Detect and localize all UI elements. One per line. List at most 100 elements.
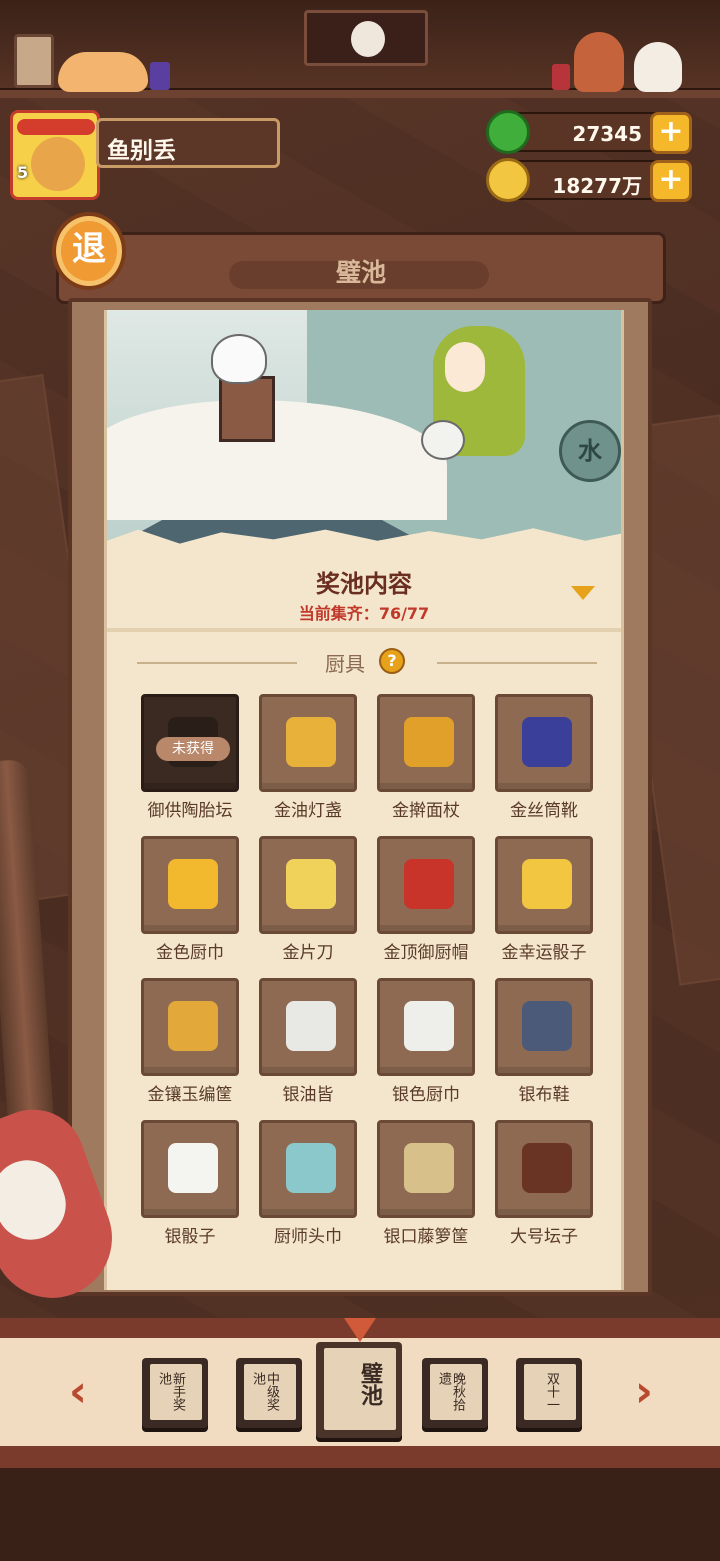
tab-pool-3[interactable]: 晚秋拾遗 xyxy=(422,1358,488,1428)
pool-progress: 当前集齐：76/77 xyxy=(107,600,621,624)
tab-paper: 晚秋拾遗 xyxy=(430,1364,482,1420)
item-frame xyxy=(141,1120,239,1218)
item-slot[interactable]: 金顶御厨帽 xyxy=(377,836,475,963)
tab-paper: 璧池 xyxy=(324,1348,396,1430)
progress-label: 当前集齐： xyxy=(298,604,379,623)
item-slot[interactable]: 银骰子 xyxy=(141,1120,239,1247)
jade-value: 27345 xyxy=(572,122,642,146)
item-name: 银口藤箩筐 xyxy=(383,1227,469,1247)
item-slot[interactable]: 金擀面杖 xyxy=(377,694,475,821)
pool-title: 奖池内容 xyxy=(316,570,412,598)
item-slot[interactable]: 未获得 御供陶胎坛 xyxy=(141,694,239,821)
sleeping-cat-decoration xyxy=(58,52,148,92)
avatar[interactable]: 5 xyxy=(10,110,100,200)
item-icon xyxy=(404,717,454,767)
character-face-icon xyxy=(351,21,385,57)
item-name: 金色厨巾 xyxy=(156,943,224,963)
coin-currency: 18277万 + xyxy=(486,158,692,202)
item-icon xyxy=(522,859,572,909)
not-obtained-tag: 未获得 xyxy=(156,737,230,761)
tab-paper: 双十一 xyxy=(524,1364,576,1420)
tab-pool-0[interactable]: 新手奖池 xyxy=(142,1358,208,1428)
item-name: 厨师头巾 xyxy=(274,1227,342,1247)
item-name: 银色厨巾 xyxy=(392,1085,460,1105)
item-name: 御供陶胎坛 xyxy=(147,801,233,821)
art-girl-face xyxy=(445,342,485,392)
hanging-frame-decoration xyxy=(14,34,54,88)
tab-pool-2[interactable]: 璧池 xyxy=(316,1342,402,1438)
coin-value: 18277万 xyxy=(552,174,642,198)
add-coin-button[interactable]: + xyxy=(650,160,692,202)
dog-avatar-icon xyxy=(31,137,85,191)
item-icon xyxy=(404,1143,454,1193)
white-cat-decoration xyxy=(634,42,682,92)
item-name: 银布鞋 xyxy=(518,1085,570,1105)
next-arrow-button[interactable]: › xyxy=(624,1366,664,1418)
item-slot[interactable]: 金镶玉编筐 xyxy=(141,978,239,1105)
item-name: 银骰子 xyxy=(164,1227,216,1247)
player-name: 鱼别丢 xyxy=(96,118,280,168)
top-banner xyxy=(304,10,428,66)
item-slot[interactable]: 金油灯盏 xyxy=(259,694,357,821)
item-name: 金擀面杖 xyxy=(392,801,460,821)
item-name: 银油皆 xyxy=(282,1085,334,1105)
item-name: 金顶御厨帽 xyxy=(383,943,469,963)
coin-icon xyxy=(486,158,530,202)
jar-decoration xyxy=(150,62,170,90)
help-icon[interactable]: ? xyxy=(379,648,405,674)
art-cat xyxy=(211,334,267,384)
tab-paper: 中级奖池 xyxy=(244,1364,296,1420)
item-name: 大号坛子 xyxy=(510,1227,578,1247)
item-icon xyxy=(404,859,454,909)
item-frame xyxy=(377,836,475,934)
item-frame xyxy=(377,978,475,1076)
item-icon xyxy=(286,859,336,909)
tab-label: 璧池 xyxy=(357,1362,382,1406)
item-slot[interactable]: 银口藤箩筐 xyxy=(377,1120,475,1247)
item-name: 金镶玉编筐 xyxy=(147,1085,233,1105)
pool-panel-inner[interactable]: 水 奖池内容 当前集齐：76/77 厨具 ? 未获得 御供陶胎坛 金油灯盏 金擀面杖金… xyxy=(104,310,624,1290)
item-name: 金幸运骰子 xyxy=(501,943,587,963)
chef-girl-decoration xyxy=(574,32,624,92)
page-title: 璧池 xyxy=(335,258,386,287)
avatar-banner xyxy=(17,119,95,135)
item-name: 金油灯盏 xyxy=(274,801,342,821)
item-frame xyxy=(259,1120,357,1218)
category-name: 厨具 xyxy=(325,652,365,676)
tab-pool-1[interactable]: 中级奖池 xyxy=(236,1358,302,1428)
art-chimney xyxy=(219,376,275,442)
item-slot[interactable]: 银色厨巾 xyxy=(377,978,475,1105)
prev-arrow-button[interactable]: ‹ xyxy=(58,1366,98,1418)
item-frame xyxy=(495,978,593,1076)
item-icon xyxy=(522,1143,572,1193)
item-slot[interactable]: 金丝筒靴 xyxy=(495,694,593,821)
scroll-header: 璧池 xyxy=(56,232,666,304)
jade-icon xyxy=(486,110,530,154)
item-slot[interactable]: 大号坛子 xyxy=(495,1120,593,1247)
item-frame xyxy=(495,1120,593,1218)
item-frame xyxy=(377,694,475,792)
item-icon xyxy=(522,1001,572,1051)
item-slot[interactable]: 厨师头巾 xyxy=(259,1120,357,1247)
item-slot[interactable]: 金片刀 xyxy=(259,836,357,963)
item-frame xyxy=(141,978,239,1076)
item-icon xyxy=(286,717,336,767)
item-frame: 未获得 xyxy=(141,694,239,792)
divider xyxy=(107,628,621,632)
item-icon xyxy=(168,1001,218,1051)
art-kettle xyxy=(421,420,465,460)
item-frame xyxy=(141,836,239,934)
item-slot[interactable]: 金色厨巾 xyxy=(141,836,239,963)
item-slot[interactable]: 金幸运骰子 xyxy=(495,836,593,963)
category-line xyxy=(437,662,597,664)
tab-label: 中级奖池 xyxy=(250,1372,279,1411)
item-icon xyxy=(168,859,218,909)
exit-button[interactable]: 退 xyxy=(52,212,126,290)
item-slot[interactable]: 银油皆 xyxy=(259,978,357,1105)
tab-pool-4[interactable]: 双十一 xyxy=(516,1358,582,1428)
item-slot[interactable]: 银布鞋 xyxy=(495,978,593,1105)
add-jade-button[interactable]: + xyxy=(650,112,692,154)
pool-tab-bar: ‹ › 新手奖池 中级奖池 璧池 晚秋拾遗 双十一 xyxy=(0,1318,720,1468)
item-name: 金丝筒靴 xyxy=(510,801,578,821)
item-icon xyxy=(522,717,572,767)
